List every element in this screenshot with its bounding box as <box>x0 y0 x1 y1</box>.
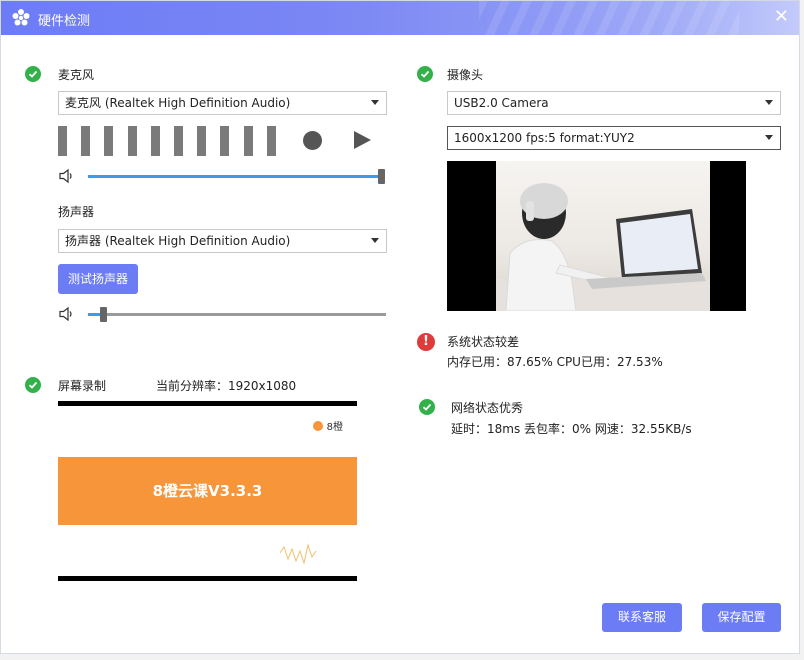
camera-device-select[interactable]: USB2.0 Camera <box>447 91 781 115</box>
speaker-device-value: 扬声器 (Realtek High Definition Audio) <box>65 234 291 248</box>
record-button[interactable] <box>303 131 322 150</box>
mic-level-bar <box>197 126 207 156</box>
camera-preview-image <box>496 161 710 311</box>
warning-icon: ! <box>417 333 435 351</box>
mic-level-bar <box>174 126 183 156</box>
camera-format-select[interactable]: 1600x1200 fps:5 format:YUY2 <box>447 126 781 150</box>
speaker-volume-icon <box>59 168 72 184</box>
chevron-down-icon <box>765 135 773 140</box>
chevron-down-icon <box>765 100 773 105</box>
screen-preview: 8橙 8橙云课V3.3.3 <box>58 401 357 581</box>
screen-record-label: 屏幕录制 <box>58 379 107 393</box>
mic-level-bar <box>104 126 114 156</box>
app-logo-icon <box>12 9 30 26</box>
network-ok-icon <box>419 399 435 415</box>
mic-level-bar <box>127 126 137 156</box>
contact-support-button[interactable]: 联系客服 <box>602 603 682 632</box>
save-config-button[interactable]: 保存配置 <box>702 603 781 632</box>
camera-label: 摄像头 <box>447 68 484 82</box>
system-status-title: 系统状态较差 <box>447 335 520 349</box>
camera-preview <box>447 161 746 311</box>
hardware-check-window: 硬件检测 ✕ 麦克风 麦克风 (Realtek High Definition … <box>0 0 800 654</box>
preview-logo-text: 8橙 <box>326 422 343 433</box>
system-status-detail: 内存已用：87.65% CPU已用：27.53% <box>447 355 663 369</box>
camera-format-value: 1600x1200 fps:5 format:YUY2 <box>454 131 635 145</box>
preview-bottom-bar <box>58 576 357 581</box>
mic-volume-fill <box>88 175 385 178</box>
speaker-volume-track[interactable] <box>88 313 386 316</box>
speaker-label: 扬声器 <box>58 205 95 219</box>
orange-logo-icon <box>313 421 324 431</box>
window-title: 硬件检测 <box>38 14 91 29</box>
mic-device-select[interactable]: 麦克风 (Realtek High Definition Audio) <box>58 91 387 115</box>
title-bar[interactable]: 硬件检测 ✕ <box>1 1 799 35</box>
preview-title-banner: 8橙云课V3.3.3 <box>58 457 357 525</box>
speaker-device-select[interactable]: 扬声器 (Realtek High Definition Audio) <box>58 229 387 253</box>
screen-resolution: 当前分辨率：1920x1080 <box>156 379 297 393</box>
mic-level-bar <box>266 126 276 156</box>
preview-top-bar <box>58 401 357 406</box>
mic-level-bar <box>220 126 230 156</box>
network-status-title: 网络状态优秀 <box>451 401 524 415</box>
chevron-down-icon <box>371 238 379 243</box>
camera-ok-icon <box>417 66 433 82</box>
network-status-detail: 延时：18ms 丢包率：0% 网速：32.55KB/s <box>451 422 692 436</box>
test-speaker-button[interactable]: 测试扬声器 <box>58 264 138 294</box>
preview-logo: 8橙 <box>313 418 343 433</box>
mic-level-bar <box>58 126 67 156</box>
mic-ok-icon <box>25 66 41 82</box>
camera-device-value: USB2.0 Camera <box>454 96 549 110</box>
speaker-volume-thumb[interactable] <box>100 307 107 322</box>
screen-ok-icon <box>25 377 41 393</box>
play-button[interactable] <box>354 131 371 149</box>
waveform-icon <box>280 543 317 565</box>
mic-volume-thumb[interactable] <box>378 169 385 184</box>
speaker-volume-icon <box>59 306 72 322</box>
mic-level-bar <box>81 126 91 156</box>
close-icon[interactable]: ✕ <box>774 6 789 28</box>
title-bar-decoration <box>479 1 739 35</box>
mic-label: 麦克风 <box>58 68 95 82</box>
mic-device-value: 麦克风 (Realtek High Definition Audio) <box>65 96 291 110</box>
chevron-down-icon <box>371 100 379 105</box>
mic-level-bar <box>243 126 253 156</box>
mic-level-bar <box>150 126 160 156</box>
